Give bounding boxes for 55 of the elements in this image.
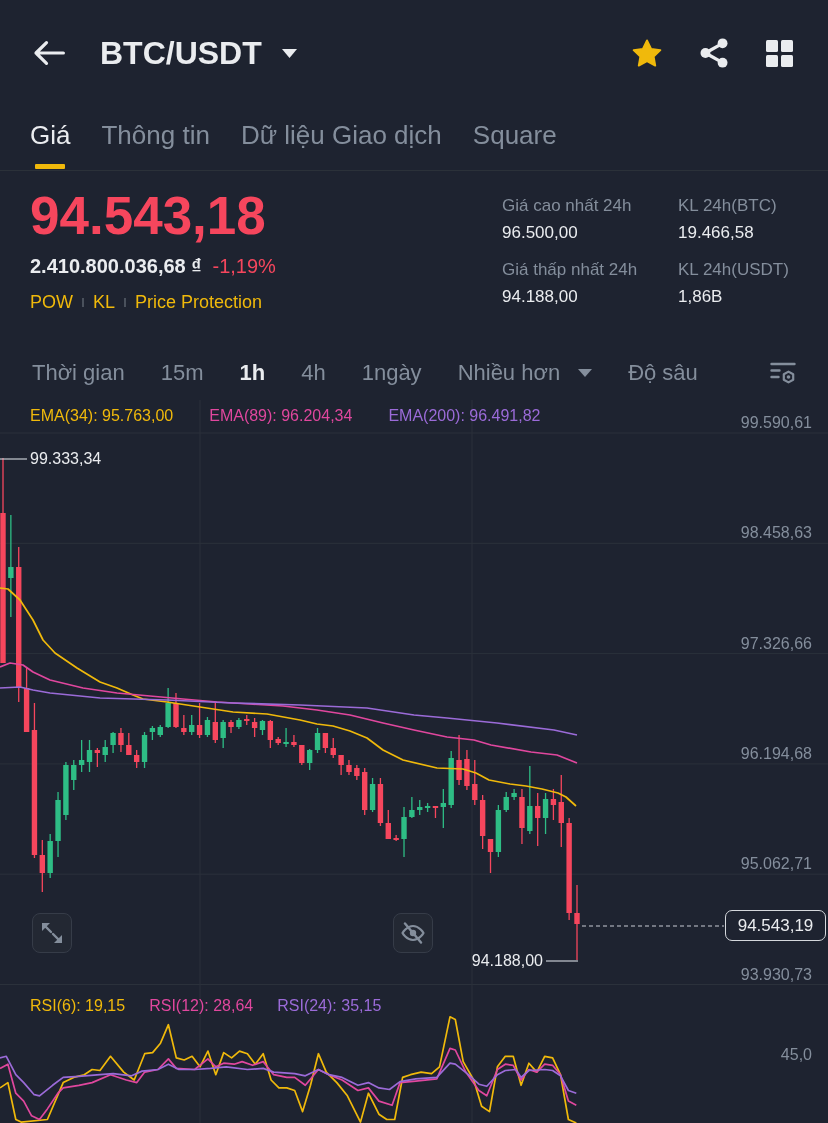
- eye-slash-icon: [401, 922, 425, 944]
- stat-label: KL 24h(BTC): [678, 195, 778, 217]
- chart-tab[interactable]: Độ sâu: [628, 359, 698, 386]
- star-icon[interactable]: [632, 38, 662, 68]
- price-axis-label: 96.194,68: [740, 743, 812, 764]
- price-axis-label: 93.930,73: [740, 964, 812, 985]
- grid-icon[interactable]: [766, 39, 793, 67]
- section-tab[interactable]: Thông tin: [101, 106, 210, 170]
- current-price-badge: 94.543,19: [725, 910, 826, 941]
- indicator-label: EMA(34): 95.763,00: [30, 406, 174, 426]
- section-tab[interactable]: Giá: [30, 106, 71, 170]
- chart-tab[interactable]: Thời gian: [32, 359, 125, 386]
- more-dropdown[interactable]: Nhiều hơn: [457, 359, 593, 386]
- stat-label: Giá cao nhất 24h: [502, 195, 633, 217]
- back-arrow-icon[interactable]: [33, 40, 65, 66]
- stat-value: 1,86B: [678, 286, 724, 308]
- leader-line: [0, 458, 28, 460]
- high-price-label: 99.333,34: [30, 449, 102, 469]
- price-change: -1,19%: [212, 254, 276, 278]
- stat-label: KL 24h(USDT): [678, 259, 790, 281]
- chart-tab[interactable]: 15m: [160, 359, 204, 386]
- price-axis-label: 99.590,61: [740, 413, 812, 433]
- stat-value: 96.500,00: [502, 222, 579, 244]
- tag-link[interactable]: POW: [30, 291, 73, 313]
- share-icon[interactable]: [700, 38, 728, 68]
- price-axis-label: 95.062,71: [740, 854, 812, 875]
- last-price: 94.543,18: [30, 188, 266, 244]
- low-price-label: 94.188,00: [471, 951, 543, 971]
- stat-label: Giá thấp nhất 24h: [502, 259, 639, 281]
- section-tab[interactable]: Dữ liệu Giao dịch: [240, 106, 442, 170]
- indicator-label: EMA(200): 96.491,82: [388, 406, 541, 426]
- tag-link[interactable]: Price Protection: [135, 291, 263, 313]
- price-axis-label: 97.326,66: [740, 633, 812, 654]
- indicator-label: RSI(12): 28,64: [149, 996, 254, 1016]
- chart-tab[interactable]: 1ngày: [361, 359, 422, 386]
- caret-icon: [578, 368, 593, 377]
- indicator-label: EMA(89): 96.204,34: [209, 406, 353, 426]
- stat-value: 19.466,58: [678, 222, 755, 244]
- chart-tab[interactable]: 4h: [301, 359, 326, 386]
- hide-indicators-button[interactable]: [393, 913, 433, 953]
- rsi-axis-label: 45,0: [780, 1045, 812, 1065]
- indicator-label: RSI(6): 19,15: [30, 996, 126, 1016]
- leader-line: [545, 960, 579, 962]
- tag-link[interactable]: KL: [93, 291, 116, 313]
- chart-tab[interactable]: 1h: [239, 359, 266, 386]
- fiat-price: 2.410.800.036,68 ₫: [30, 254, 202, 278]
- expand-icon: [41, 922, 63, 944]
- indicator-label: RSI(24): 35,15: [277, 996, 382, 1016]
- fullscreen-button[interactable]: [32, 913, 72, 953]
- caret-icon: [281, 48, 297, 58]
- stat-value: 94.188,00: [502, 286, 579, 308]
- pair-selector[interactable]: BTC/USDT: [100, 35, 297, 71]
- price-axis-label: 98.458,63: [740, 523, 812, 544]
- section-tab[interactable]: Square: [472, 106, 557, 170]
- settings-icon[interactable]: [770, 361, 796, 384]
